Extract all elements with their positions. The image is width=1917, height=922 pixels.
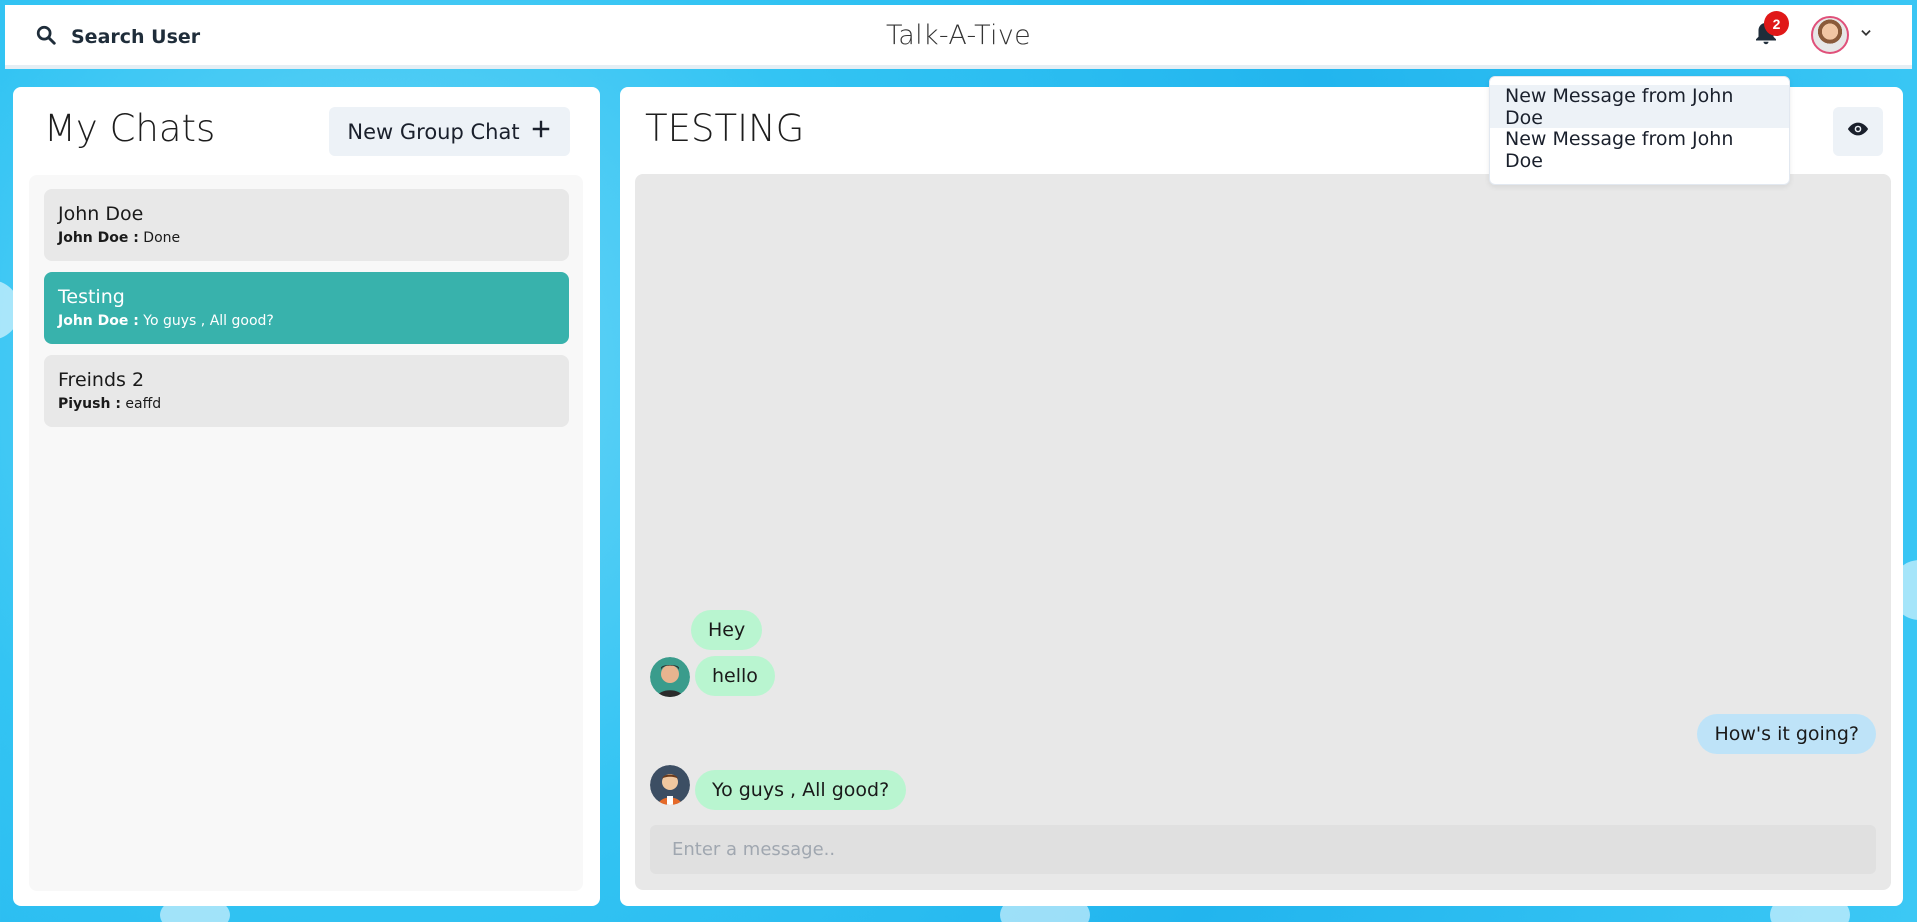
message-bubble: hello xyxy=(695,656,775,696)
my-chats-panel: My Chats New Group Chat John Doe John Do… xyxy=(13,87,600,906)
notification-item[interactable]: New Message from John Doe xyxy=(1490,128,1789,172)
chat-item-john-doe[interactable]: John Doe John Doe : Done xyxy=(44,189,569,261)
chat-latest-preview: Done xyxy=(143,230,181,246)
avatar xyxy=(1811,16,1849,54)
message-bubble: Hey xyxy=(691,610,763,650)
notification-badge: 2 xyxy=(1764,11,1789,36)
chat-title: TESTING xyxy=(645,107,805,150)
chat-name: Freinds 2 xyxy=(58,369,145,391)
profile-menu-button[interactable] xyxy=(1811,13,1891,57)
chat-name: Testing xyxy=(58,286,125,308)
chat-latest-sender: Piyush : xyxy=(58,396,121,412)
chat-list: John Doe John Doe : Done Testing John Do… xyxy=(29,175,583,891)
chat-latest-preview: Yo guys , All good? xyxy=(143,313,274,329)
message-input[interactable] xyxy=(650,825,1876,874)
message-bubble: How's it going? xyxy=(1697,714,1876,754)
chat-latest-sender: John Doe : xyxy=(58,230,139,246)
chat-item-freinds-2[interactable]: Freinds 2 Piyush : eaffd xyxy=(44,355,569,427)
chat-item-testing[interactable]: Testing John Doe : Yo guys , All good? xyxy=(44,272,569,344)
sender-avatar xyxy=(650,657,690,697)
chat-latest-message: John Doe : Done xyxy=(58,230,555,246)
notification-menu: New Message from John Doe New Message fr… xyxy=(1489,76,1790,185)
chat-panel: TESTING Hey hello How's it going? Yo guy… xyxy=(620,87,1903,906)
messages-area: Hey hello How's it going? Yo guys , All … xyxy=(635,174,1891,890)
chat-latest-message: Piyush : eaffd xyxy=(58,396,555,412)
plus-icon xyxy=(530,118,552,145)
chat-latest-sender: John Doe : xyxy=(58,313,139,329)
my-chats-title: My Chats xyxy=(44,107,216,150)
eye-icon xyxy=(1847,118,1869,145)
new-group-chat-label: New Group Chat xyxy=(347,119,520,144)
new-group-chat-button[interactable]: New Group Chat xyxy=(329,107,570,156)
chevron-down-icon xyxy=(1859,26,1873,45)
notification-item[interactable]: New Message from John Doe xyxy=(1490,85,1789,129)
sender-avatar xyxy=(650,765,690,805)
app-title: Talk-A-Tive xyxy=(885,20,1032,51)
chat-name: John Doe xyxy=(58,203,144,225)
chat-latest-message: John Doe : Yo guys , All good? xyxy=(58,313,555,329)
top-bar: Search User Talk-A-Tive xyxy=(5,5,1912,69)
chat-latest-preview: eaffd xyxy=(125,396,162,412)
message-bubble: Yo guys , All good? xyxy=(695,770,907,810)
view-details-button[interactable] xyxy=(1833,107,1883,156)
